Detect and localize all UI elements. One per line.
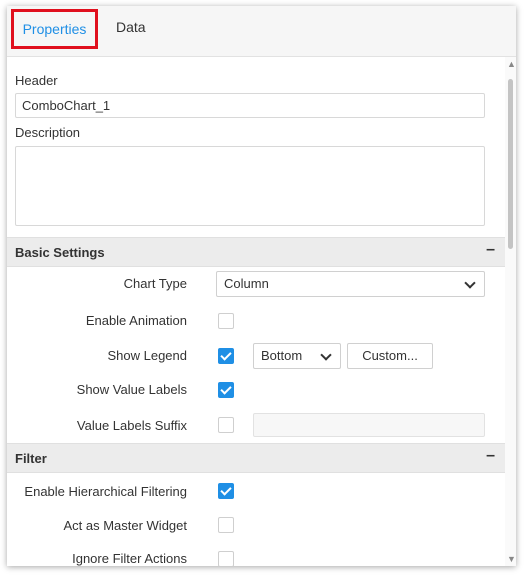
properties-content: Header ComboChart_1 Description Basic Se… xyxy=(7,57,505,566)
master-widget-checkbox[interactable] xyxy=(218,517,234,533)
scrollbar-thumb[interactable] xyxy=(508,79,513,249)
filter-header[interactable]: Filter – xyxy=(7,443,505,473)
show-value-labels-label: Show Value Labels xyxy=(76,382,187,397)
value-labels-suffix-input[interactable] xyxy=(253,413,485,437)
ignore-filter-actions-label: Ignore Filter Actions xyxy=(72,551,187,566)
chevron-down-icon xyxy=(464,277,476,289)
master-widget-label: Act as Master Widget xyxy=(63,518,187,533)
header-label: Header xyxy=(15,73,58,88)
scroll-down-icon[interactable]: ▼ xyxy=(507,554,516,564)
scroll-up-icon[interactable]: ▲ xyxy=(507,59,516,69)
properties-panel: Properties Data Header ComboChart_1 Desc… xyxy=(7,6,516,566)
hierarchical-filtering-checkbox[interactable] xyxy=(218,483,234,499)
show-legend-label: Show Legend xyxy=(107,348,187,363)
show-legend-checkbox[interactable] xyxy=(218,348,234,364)
legend-position-select[interactable]: Bottom xyxy=(253,343,341,369)
filter-title: Filter xyxy=(15,451,47,466)
tab-properties[interactable]: Properties xyxy=(11,9,98,49)
vertical-scrollbar[interactable]: ▲ ▼ xyxy=(505,57,516,566)
enable-animation-label: Enable Animation xyxy=(85,313,187,328)
basic-settings-header[interactable]: Basic Settings – xyxy=(7,237,505,267)
tab-bar: Properties Data xyxy=(7,6,516,57)
description-textarea[interactable] xyxy=(15,146,485,226)
header-input[interactable]: ComboChart_1 xyxy=(15,93,485,118)
legend-position-value: Bottom xyxy=(261,348,303,363)
show-value-labels-checkbox[interactable] xyxy=(218,382,234,398)
value-labels-suffix-label: Value Labels Suffix xyxy=(76,418,187,433)
custom-legend-button[interactable]: Custom... xyxy=(347,343,433,369)
description-label: Description xyxy=(15,125,81,140)
chevron-down-icon xyxy=(320,349,332,361)
ignore-filter-actions-checkbox[interactable] xyxy=(218,551,234,566)
value-labels-suffix-checkbox[interactable] xyxy=(218,417,234,433)
chart-type-value: Column xyxy=(224,276,269,291)
tab-data[interactable]: Data xyxy=(116,6,146,56)
basic-settings-title: Basic Settings xyxy=(15,245,105,260)
collapse-icon[interactable]: – xyxy=(486,241,495,259)
hierarchical-filtering-label: Enable Hierarchical Filtering xyxy=(24,484,187,499)
enable-animation-checkbox[interactable] xyxy=(218,313,234,329)
chart-type-select[interactable]: Column xyxy=(216,271,485,297)
collapse-icon[interactable]: – xyxy=(486,447,495,465)
chart-type-label: Chart Type xyxy=(123,276,187,291)
